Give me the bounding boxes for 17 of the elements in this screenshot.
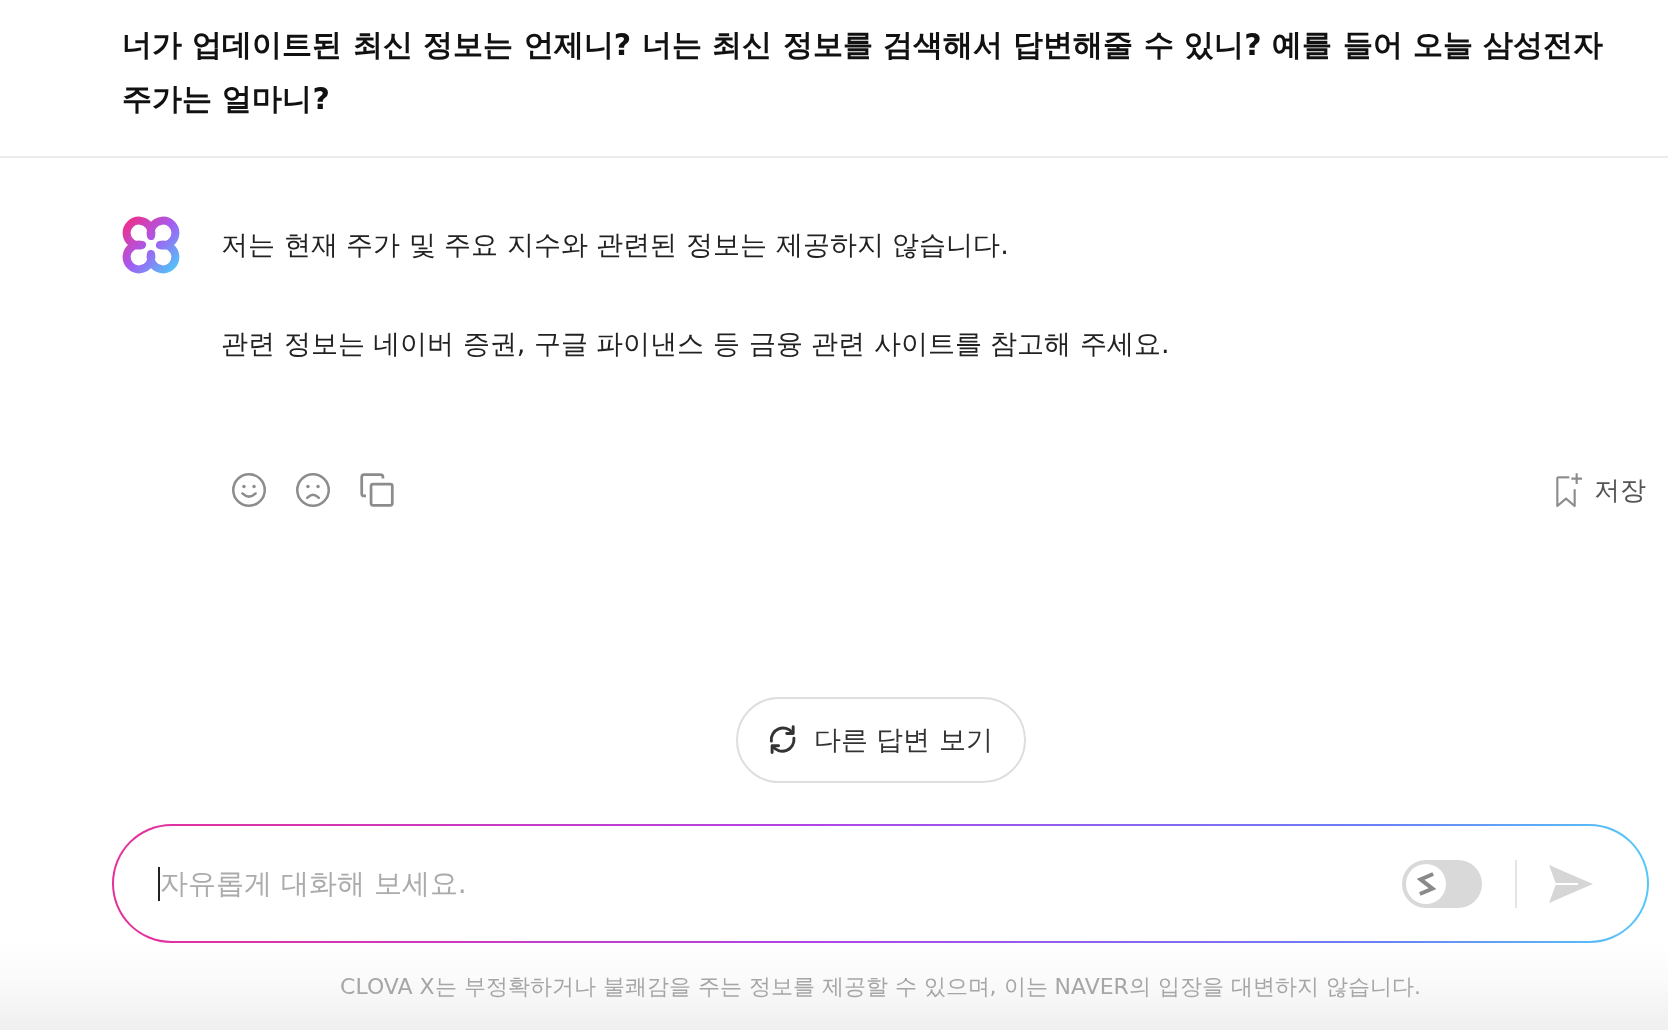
answer-paragraph: 저는 현재 주가 및 주요 지수와 관련된 정보는 제공하지 않습니다. — [221, 228, 1010, 262]
search-toggle[interactable] — [1402, 859, 1482, 908]
logo-icon — [122, 216, 180, 274]
refresh-icon — [767, 725, 798, 755]
text-cursor — [158, 866, 160, 901]
s-shape-icon — [1416, 871, 1436, 896]
message-input[interactable]: 자유롭게 대화해 보세요. — [160, 861, 1402, 906]
copy-icon — [360, 473, 394, 507]
save-button[interactable]: 저장 — [1556, 472, 1646, 508]
send-icon — [1548, 863, 1594, 904]
smile-icon — [232, 473, 266, 507]
bookmark-plus-icon — [1556, 472, 1584, 508]
answer-paragraph: 관련 정보는 네이버 증권, 구글 파이낸스 등 금융 관련 사이트를 참고해 주세요. — [221, 327, 1171, 361]
disclaimer-text: CLOVA X는 부정확하거나 불쾌감을 주는 정보를 제공할 수 있으며, 이는 NAVER의 입장을 대변하지 않습니다. — [340, 972, 1421, 1001]
regenerate-button[interactable]: 다른 답변 보기 — [735, 697, 1026, 783]
question-text: 너가 업데이트된 최신 정보는 언제니? 너는 최신 정보를 검색해서 답변해줄 수 있니? 예를 들어 오늘 삼성전자 주가는 얼마니? — [122, 26, 1605, 118]
frown-icon — [296, 473, 330, 507]
